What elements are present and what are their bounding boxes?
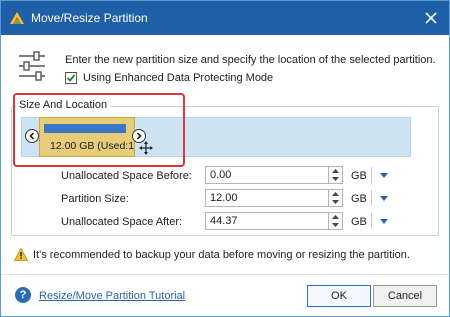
help-icon[interactable]: ? — [15, 287, 31, 303]
checkmark-icon — [66, 74, 76, 82]
spin-down-icon[interactable] — [329, 198, 342, 206]
close-icon — [425, 12, 437, 24]
spin-down-icon[interactable] — [329, 175, 342, 183]
warning-text: It's recommended to backup your data bef… — [33, 249, 410, 261]
partition-size-input[interactable] — [205, 189, 329, 207]
enhanced-protect-checkbox[interactable] — [65, 72, 77, 84]
title-bar[interactable]: Move/Resize Partition — [1, 1, 449, 35]
partition-size-spinner[interactable] — [329, 189, 343, 207]
partition-size-unit: GB — [351, 193, 367, 205]
move-resize-dialog: Move/Resize Partition Enter the new part… — [0, 0, 450, 317]
spin-up-icon[interactable] — [329, 213, 342, 221]
window-title: Move/Resize Partition — [31, 11, 148, 25]
footer-divider — [1, 274, 449, 275]
unalloc-after-input[interactable] — [205, 212, 329, 230]
unalloc-after-label: Unallocated Space After: — [61, 216, 183, 228]
enhanced-protect-label: Using Enhanced Data Protecting Mode — [83, 72, 274, 84]
ok-button[interactable]: OK — [307, 285, 371, 307]
unalloc-after-unit: GB — [351, 216, 367, 228]
tutorial-link[interactable]: Resize/Move Partition Tutorial — [39, 290, 185, 302]
app-icon — [10, 12, 24, 24]
spin-down-icon[interactable] — [329, 221, 342, 229]
unit-dropdown-icon[interactable] — [379, 195, 389, 203]
highlight-frame — [13, 93, 185, 167]
spin-up-icon[interactable] — [329, 167, 342, 175]
unit-separator — [371, 190, 372, 206]
unalloc-before-input[interactable] — [205, 166, 329, 184]
unalloc-before-unit: GB — [351, 170, 367, 182]
cancel-button[interactable]: Cancel — [373, 285, 437, 307]
unalloc-after-spinner[interactable] — [329, 212, 343, 230]
warning-icon — [14, 248, 28, 261]
close-button[interactable] — [419, 6, 443, 30]
unit-dropdown-icon[interactable] — [379, 218, 389, 226]
unalloc-before-label: Unallocated Space Before: — [61, 170, 192, 182]
unit-dropdown-icon[interactable] — [379, 172, 389, 180]
unalloc-before-spinner[interactable] — [329, 166, 343, 184]
spin-up-icon[interactable] — [329, 190, 342, 198]
sliders-icon — [19, 51, 45, 81]
intro-text: Enter the new partition size and specify… — [65, 54, 436, 66]
unit-separator — [371, 213, 372, 229]
partition-size-label: Partition Size: — [61, 193, 129, 205]
unit-separator — [371, 167, 372, 183]
